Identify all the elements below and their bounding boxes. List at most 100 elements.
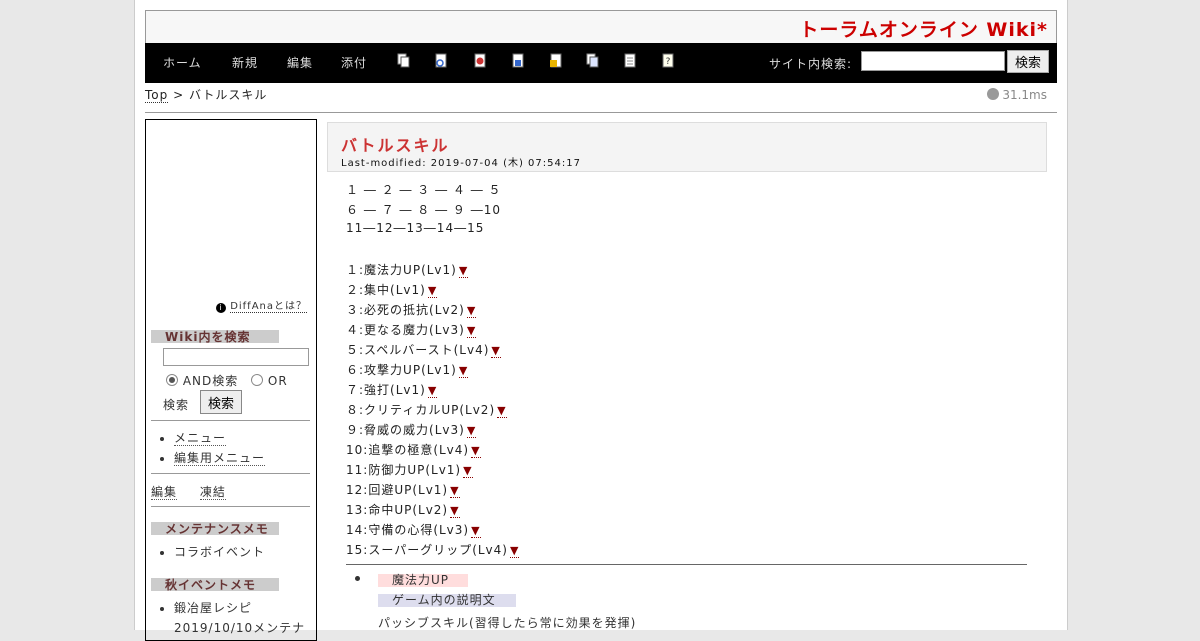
site-search-input[interactable] <box>861 51 1005 71</box>
anchor-link[interactable]: ▼ <box>458 264 469 278</box>
edit-menu-link[interactable]: 編集用メニュー <box>174 451 266 466</box>
nav-bar: ホーム 新規 編集 添付 ? サイト内検索: 検索 <box>145 43 1057 83</box>
menu-link[interactable]: メニュー <box>174 431 227 446</box>
content-divider <box>346 564 1027 565</box>
anchor-link[interactable]: ▼ <box>427 384 438 398</box>
skill-tree-row: 11―12―13―14―15 <box>346 221 485 235</box>
save-icon[interactable] <box>511 53 525 69</box>
speedometer-icon <box>987 88 1000 100</box>
edit-links: 編集 凍結 <box>151 483 226 500</box>
skill-row: ４:更なる魔力(Lv3) ▼ <box>346 321 477 338</box>
wiki-search-button[interactable]: 検索 <box>200 390 242 414</box>
autumn-heading: 秋イベントメモ <box>151 578 279 592</box>
sidebar-freeze-link[interactable]: 凍結 <box>199 485 226 500</box>
menu-list: メニュー 編集用メニュー <box>160 428 266 468</box>
anchor-link[interactable]: ▼ <box>509 544 520 558</box>
page-icon[interactable] <box>623 53 637 69</box>
skill-label: ２:集中(Lv1) <box>346 283 426 297</box>
skill-row: ９:脅威の威力(Lv3) ▼ <box>346 421 477 438</box>
skill-label: 10:追撃の極意(Lv4) <box>346 443 470 457</box>
list-item: 編集用メニュー <box>174 448 266 468</box>
site-header: トーラムオンライン Wiki* <box>145 10 1057 44</box>
breadcrumb-separator: > <box>173 88 185 102</box>
copy-icon[interactable] <box>397 53 411 69</box>
skill-name-tag: 魔法力UP <box>378 574 468 587</box>
skill-label: 14:守備の心得(Lv3) <box>346 523 470 537</box>
ad-info-link[interactable]: DiffAnaとは？ <box>230 301 308 313</box>
breadcrumb: Top > バトルスキル <box>145 86 267 103</box>
or-label: OR <box>267 374 288 388</box>
anchor-link[interactable]: ▼ <box>463 464 473 478</box>
diff-icon[interactable] <box>434 53 448 69</box>
list-item-text[interactable]: 2019/10/10メンテナ <box>174 621 305 635</box>
anchor-link[interactable]: ▼ <box>471 444 481 458</box>
skill-description: パッシブスキル(習得したら常に効果を発揮) <box>378 616 637 630</box>
site-title[interactable]: トーラムオンライン Wiki* <box>799 15 1048 42</box>
anchor-link[interactable]: ▼ <box>466 304 477 318</box>
skill-label: ５:スペルバースト(Lv4) <box>346 343 490 357</box>
lock-icon[interactable] <box>549 53 563 69</box>
autumn-list: 鍛冶屋レシピ 2019/10/10メンテナ <box>160 598 305 638</box>
sidebar-divider <box>151 506 310 507</box>
search-text: 検索 <box>163 398 190 412</box>
and-label: AND検索 <box>182 374 239 388</box>
skill-row: ８:クリティカルUP(Lv2) ▼ <box>346 401 507 418</box>
skill-tree-row: １ ― ２ ― ３ ― ４ ― ５ <box>346 183 502 197</box>
anchor-link[interactable]: ▼ <box>471 524 481 538</box>
sidebar-edit-link[interactable]: 編集 <box>151 485 178 500</box>
skill-tree-row: ６ ― ７ ― ８ ― ９ ―10 <box>346 203 501 217</box>
bullet <box>355 576 360 581</box>
list-item[interactable]: 鍛冶屋レシピ <box>174 598 305 618</box>
help-icon[interactable]: ? <box>661 53 675 69</box>
content-header: バトルスキル Last-modified: 2019-07-04 (木) 07:… <box>327 122 1047 172</box>
skill-row: 10:追撃の極意(Lv4) ▼ <box>346 441 481 458</box>
skill-row: ７:強打(Lv1) ▼ <box>346 381 438 398</box>
anchor-link[interactable]: ▼ <box>491 344 501 358</box>
breadcrumb-top-link[interactable]: Top <box>145 88 169 103</box>
skill-label: ９:脅威の威力(Lv3) <box>346 423 465 437</box>
and-radio[interactable] <box>166 374 178 386</box>
or-radio[interactable] <box>251 374 264 386</box>
list-item: メニュー <box>174 428 265 448</box>
list-icon[interactable] <box>586 53 600 69</box>
wiki-search-heading: Wiki内を検索 <box>151 330 279 344</box>
skill-label: １:魔法力UP(Lv1) <box>346 263 457 277</box>
skill-row: ６:攻撃力UP(Lv1) ▼ <box>346 361 469 378</box>
render-time: 31.1ms <box>987 88 1047 102</box>
skill-row: １:魔法力UP(Lv1) ▼ <box>346 261 469 278</box>
skill-label: 11:防御力UP(Lv1) <box>346 463 462 477</box>
skill-row: 12:回避UP(Lv1) ▼ <box>346 481 460 498</box>
list-item: 2019/10/10メンテナ <box>174 618 305 638</box>
skill-label: ８:クリティカルUP(Lv2) <box>346 403 496 417</box>
ad-info[interactable]: i DiffAnaとは？ <box>216 297 308 313</box>
skill-label: ７:強打(Lv1) <box>346 383 426 397</box>
skill-label: ４:更なる魔力(Lv3) <box>346 323 465 337</box>
svg-text:?: ? <box>666 57 671 67</box>
wiki-search-input[interactable] <box>163 348 309 366</box>
anchor-link[interactable]: ▼ <box>466 424 477 438</box>
description-label: ゲーム内の説明文 <box>378 594 516 607</box>
skill-row: 13:命中UP(Lv2) ▼ <box>346 501 460 518</box>
site-search-button[interactable]: 検索 <box>1007 50 1049 73</box>
skill-label: 13:命中UP(Lv2) <box>346 503 449 517</box>
sidebar-divider <box>151 420 310 421</box>
nav-edit[interactable]: 編集 <box>287 54 313 71</box>
nav-attach[interactable]: 添付 <box>341 54 367 71</box>
maintenance-list: コラボイベント <box>160 542 265 562</box>
anchor-link[interactable]: ▼ <box>466 324 477 338</box>
anchor-link[interactable]: ▼ <box>450 484 460 498</box>
skill-row: 15:スーパーグリップ(Lv4) ▼ <box>346 541 520 558</box>
anchor-link[interactable]: ▼ <box>497 404 507 418</box>
page: トーラムオンライン Wiki* ホーム 新規 編集 添付 ? サイト内検索: 検… <box>134 0 1068 641</box>
skill-row: 14:守備の心得(Lv3) ▼ <box>346 521 481 538</box>
nav-new[interactable]: 新規 <box>232 54 258 71</box>
page-title: バトルスキル <box>341 136 450 155</box>
nav-home[interactable]: ホーム <box>163 54 202 71</box>
anchor-link[interactable]: ▼ <box>450 504 460 518</box>
anchor-link[interactable]: ▼ <box>427 284 438 298</box>
sidebar: i DiffAnaとは？ Wiki内を検索 AND検索 OR 検索 検索 メニュ… <box>145 119 317 641</box>
anchor-link[interactable]: ▼ <box>458 364 469 378</box>
search-mode: AND検索 OR <box>166 372 288 389</box>
backup-icon[interactable] <box>473 53 487 69</box>
last-modified: Last-modified: 2019-07-04 (木) 07:54:17 <box>341 158 581 169</box>
